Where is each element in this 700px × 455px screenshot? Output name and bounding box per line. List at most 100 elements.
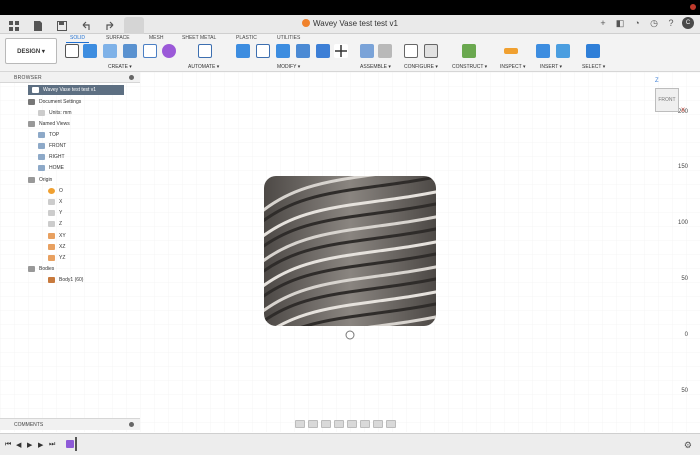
shell-icon[interactable] (296, 44, 310, 58)
offset-plane-icon[interactable] (462, 44, 476, 58)
job-status-icon[interactable]: ◔ (631, 17, 643, 29)
navigation-bar (295, 418, 396, 430)
timeline-bar: ⏮ ◀ ▶ ▶ ⏭ ⚙ (0, 433, 700, 455)
axis-label: 150 (677, 164, 688, 170)
select-menu[interactable]: SELECT ▾ (582, 64, 605, 70)
insert-derive-icon[interactable] (536, 44, 550, 58)
revolve-icon[interactable] (123, 44, 137, 58)
automate-icon[interactable] (198, 44, 212, 58)
document-icon (32, 87, 39, 93)
browser-root[interactable]: Wavey Vase test test v1 (28, 85, 124, 95)
tree-item[interactable]: YZ (48, 253, 65, 263)
step-forward-icon[interactable]: ▶ (38, 441, 43, 449)
tree-item[interactable]: Y (48, 208, 62, 218)
move-icon[interactable] (334, 44, 348, 58)
help-icon[interactable]: ? (665, 17, 677, 29)
pattern-icon[interactable] (162, 44, 176, 58)
pin-icon[interactable] (129, 422, 134, 427)
viewports-icon[interactable] (386, 420, 396, 428)
tree-item[interactable]: O (48, 186, 63, 196)
combine-icon[interactable] (316, 44, 330, 58)
folder-icon (28, 121, 35, 127)
grid-settings-icon[interactable] (373, 420, 383, 428)
tree-item[interactable]: Units: mm (38, 108, 72, 118)
pin-icon[interactable] (129, 75, 134, 80)
tree-item[interactable]: Z (48, 219, 62, 229)
timeline-marker[interactable] (75, 437, 77, 451)
tree-item[interactable]: Origin (28, 175, 52, 185)
notifications-icon[interactable]: ◷ (648, 17, 660, 29)
origin-point-icon (48, 188, 55, 194)
axis-label: 0 (684, 332, 688, 338)
assemble-menu[interactable]: ASSEMBLE ▾ (360, 64, 391, 70)
browser-header[interactable]: BROWSER (0, 72, 140, 83)
view-icon (38, 132, 45, 138)
tab-sheet-metal[interactable]: SHEET METAL (182, 35, 216, 41)
plane-icon (48, 233, 55, 239)
new-sketch-icon[interactable] (65, 44, 79, 58)
joint-icon[interactable] (378, 44, 392, 58)
display-settings-icon[interactable] (360, 420, 370, 428)
axis-icon (48, 210, 55, 216)
tree-item[interactable]: XY (48, 231, 66, 241)
chamfer-icon[interactable] (276, 44, 290, 58)
tree-item[interactable]: FRONT (38, 141, 66, 151)
timeline-feature-icon[interactable] (66, 440, 74, 448)
extrude-icon[interactable] (103, 44, 117, 58)
press-pull-icon[interactable] (236, 44, 250, 58)
tab-plastic[interactable]: PLASTIC (236, 35, 257, 41)
parameters-icon[interactable] (404, 44, 418, 58)
fillet-icon[interactable] (256, 44, 270, 58)
viewcube-z-label: Z (655, 78, 659, 84)
go-to-end-icon[interactable]: ⏭ (49, 441, 55, 449)
step-back-icon[interactable]: ◀ (16, 441, 21, 449)
play-icon[interactable]: ▶ (27, 441, 32, 449)
plane-icon (48, 255, 55, 261)
tree-item[interactable]: Named Views (28, 119, 70, 129)
modify-menu[interactable]: MODIFY ▾ (277, 64, 300, 70)
tree-item[interactable]: XZ (48, 242, 65, 252)
tab-mesh[interactable]: MESH (149, 35, 163, 41)
title-bar: Wavey Vase test test v1 + ◧ ◔ ◷ ? C (0, 15, 700, 34)
configure-table-icon[interactable] (424, 44, 438, 58)
tree-item[interactable]: X (48, 197, 62, 207)
os-top-bar (0, 0, 700, 15)
create-form-icon[interactable] (83, 44, 97, 58)
tree-item[interactable]: Bodies (28, 264, 54, 274)
orbit-icon[interactable] (295, 420, 305, 428)
construct-menu[interactable]: CONSTRUCT ▾ (452, 64, 487, 70)
select-icon[interactable] (586, 44, 600, 58)
origin-marker-icon (345, 330, 355, 340)
pan-icon[interactable] (321, 420, 331, 428)
tab-surface[interactable]: SURFACE (106, 35, 130, 41)
configure-menu[interactable]: CONFIGURE ▾ (404, 64, 438, 70)
axis-icon (48, 221, 55, 227)
create-menu[interactable]: CREATE ▾ (108, 64, 132, 70)
tree-item[interactable]: TOP (38, 130, 59, 140)
tree-item[interactable]: Document Settings (28, 97, 81, 107)
insert-menu[interactable]: INSERT ▾ (540, 64, 562, 70)
gear-icon[interactable]: ⚙ (684, 440, 692, 451)
new-tab-icon[interactable]: + (597, 17, 609, 29)
automate-menu[interactable]: AUTOMATE ▾ (188, 64, 219, 70)
document-title: Wavey Vase test test v1 (0, 19, 700, 28)
tree-item[interactable]: RIGHT (38, 152, 65, 162)
axis-label: 50 (681, 388, 688, 394)
extensions-icon[interactable]: ◧ (614, 17, 626, 29)
new-component-icon[interactable] (360, 44, 374, 58)
viewcube[interactable]: FRONT (655, 88, 679, 112)
comments-panel[interactable]: COMMENTS (0, 418, 140, 430)
zoom-icon[interactable] (334, 420, 344, 428)
insert-image-icon[interactable] (556, 44, 570, 58)
look-at-icon[interactable] (308, 420, 318, 428)
measure-icon[interactable] (504, 48, 518, 54)
inspect-menu[interactable]: INSPECT ▾ (500, 64, 525, 70)
tab-utilities[interactable]: UTILITIES (277, 35, 300, 41)
go-to-start-icon[interactable]: ⏮ (5, 441, 11, 449)
tab-solid[interactable]: SOLID (65, 35, 90, 43)
hole-icon[interactable] (143, 44, 157, 58)
tree-item[interactable]: Body1 (60) (48, 275, 83, 285)
tree-item[interactable]: HOME (38, 163, 64, 173)
avatar[interactable]: C (682, 17, 694, 29)
fit-icon[interactable] (347, 420, 357, 428)
